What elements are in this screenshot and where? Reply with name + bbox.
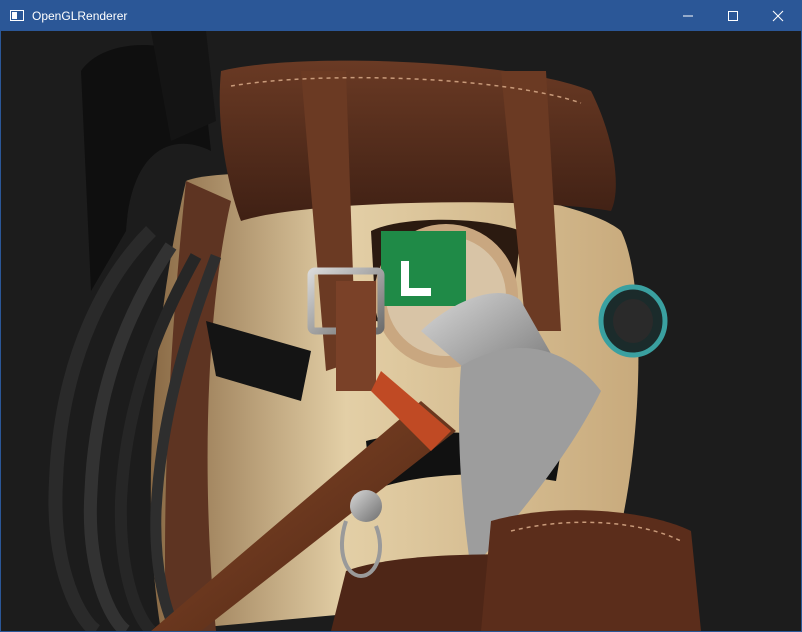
close-button[interactable] [755, 1, 801, 31]
app-window: OpenGLRenderer [0, 0, 802, 632]
backpack-model-icon [1, 31, 801, 631]
minimize-button[interactable] [665, 1, 711, 31]
close-icon [772, 10, 784, 22]
window-title: OpenGLRenderer [32, 9, 128, 23]
maximize-button[interactable] [710, 1, 756, 31]
maximize-icon [728, 11, 738, 21]
title-bar[interactable]: OpenGLRenderer [1, 1, 801, 31]
minimize-icon [683, 15, 693, 17]
app-icon [10, 10, 24, 21]
render-viewport[interactable] [1, 31, 801, 631]
